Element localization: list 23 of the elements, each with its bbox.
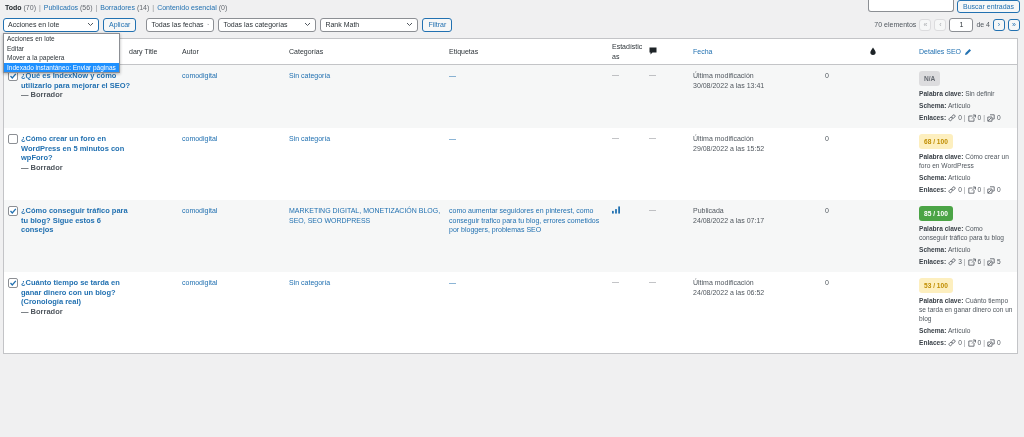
comment-icon — [649, 47, 657, 55]
link-icon — [948, 338, 957, 347]
row-checkbox[interactable] — [8, 206, 18, 216]
external-link-icon — [967, 113, 976, 122]
checkmark-icon — [9, 207, 17, 215]
row-checkbox[interactable] — [8, 134, 18, 144]
external-link-icon — [967, 257, 976, 266]
external-link-icon — [967, 338, 976, 347]
drop-icon — [869, 47, 877, 55]
link-icon — [948, 185, 957, 194]
incoming-link-icon — [986, 113, 995, 122]
checkmark-icon — [9, 72, 17, 80]
checkmark-icon — [9, 279, 17, 287]
pencil-icon — [964, 47, 973, 56]
incoming-link-icon — [986, 185, 995, 194]
incoming-link-icon — [986, 257, 995, 266]
incoming-link-icon — [986, 338, 995, 347]
search-field[interactable] — [868, 0, 954, 12]
link-icon — [948, 113, 957, 122]
row-checkbox[interactable] — [8, 278, 18, 288]
bar-chart-icon — [612, 206, 620, 214]
link-icon — [948, 257, 957, 266]
external-link-icon — [967, 185, 976, 194]
